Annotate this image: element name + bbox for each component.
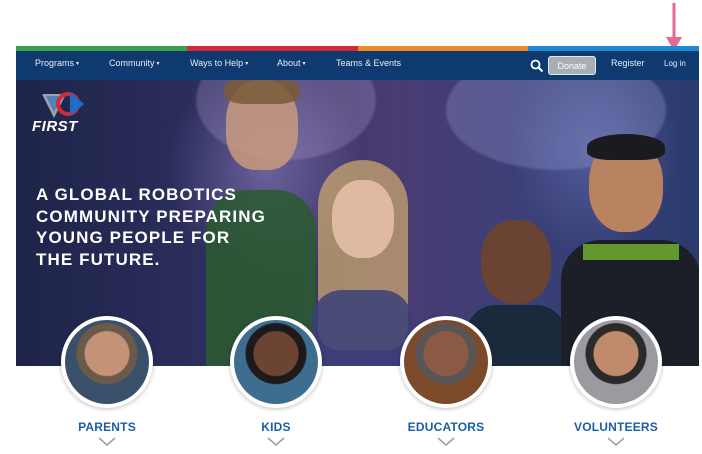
caret-down-icon: ▾ <box>302 61 306 67</box>
chevron-down-icon[interactable] <box>98 437 116 447</box>
audience-label: VOLUNTEERS <box>573 420 658 434</box>
top-navigation: Programs ▾ Community ▾ Ways to Help ▾ About… <box>16 51 699 80</box>
headline-line: THE FUTURE. <box>36 249 161 269</box>
chevron-down-icon[interactable] <box>267 437 285 447</box>
avatar <box>61 316 153 408</box>
register-link[interactable]: Register <box>611 58 645 68</box>
nav-about[interactable]: About ▾ <box>277 58 306 68</box>
login-link[interactable]: Log in <box>664 59 686 68</box>
nav-ways-to-help[interactable]: Ways to Help ▾ <box>190 58 248 68</box>
avatar <box>400 316 492 408</box>
nav-label: Programs <box>35 58 75 68</box>
chevron-down-icon[interactable] <box>607 437 625 447</box>
caret-down-icon: ▾ <box>156 61 160 67</box>
avatar <box>230 316 322 408</box>
headline-line: COMMUNITY PREPARING <box>36 206 266 226</box>
audience-cards: PARENTS KIDS EDUCATORS VOLUNTEERS <box>16 316 699 454</box>
nav-label: Community <box>109 58 155 68</box>
caret-down-icon: ▾ <box>76 61 80 67</box>
headline-line: YOUNG PEOPLE FOR <box>36 228 231 247</box>
audience-card-kids[interactable]: KIDS <box>221 316 331 451</box>
audience-card-volunteers[interactable]: VOLUNTEERS <box>561 316 671 451</box>
avatar <box>570 316 662 408</box>
caret-down-icon: ▾ <box>245 61 249 67</box>
audience-label: KIDS <box>261 420 291 434</box>
nav-label: Ways to Help <box>190 58 244 68</box>
nav-programs[interactable]: Programs ▾ <box>35 58 79 68</box>
headline-line: A GLOBAL ROBOTICS <box>36 185 237 204</box>
audience-label: EDUCATORS <box>407 420 485 434</box>
nav-label: Teams & Events <box>336 58 402 68</box>
search-icon[interactable] <box>530 59 544 73</box>
nav-label: About <box>277 58 301 68</box>
nav-community[interactable]: Community ▾ <box>109 58 160 68</box>
hero-headline: A GLOBAL ROBOTICS COMMUNITY PREPARING YO… <box>36 184 296 270</box>
nav-teams-events[interactable]: Teams & Events <box>336 58 401 68</box>
audience-label: PARENTS <box>78 420 136 434</box>
first-wordmark: FIRST <box>32 118 78 135</box>
audience-card-parents[interactable]: PARENTS <box>52 316 162 451</box>
website-viewport: Programs ▾ Community ▾ Ways to Help ▾ About… <box>16 46 699 454</box>
audience-card-educators[interactable]: EDUCATORS <box>391 316 501 451</box>
chevron-down-icon[interactable] <box>437 437 455 447</box>
donate-button[interactable]: Donate <box>548 56 596 75</box>
